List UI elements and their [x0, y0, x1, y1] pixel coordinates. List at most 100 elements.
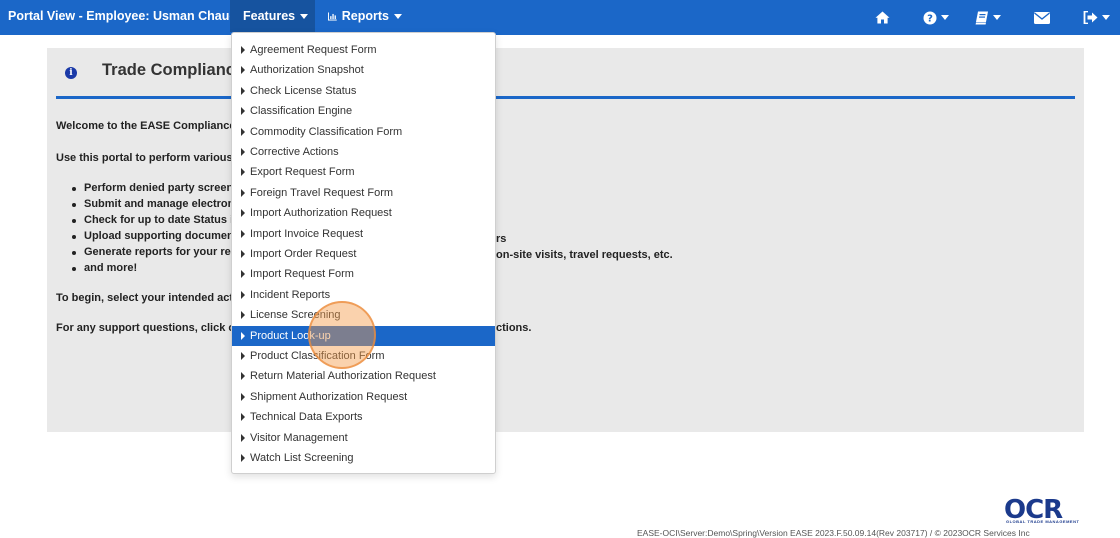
menu-item-import-order-request[interactable]: Import Order Request	[232, 244, 495, 264]
chevron-down-icon	[1102, 15, 1110, 20]
caret-right-icon	[241, 188, 245, 197]
sign-out-icon	[1083, 11, 1098, 24]
ocr-logo: OCR GLOBAL TRADE MANAGEMENT	[1004, 495, 1080, 525]
menu-item-label: Authorization Snapshot	[250, 64, 364, 77]
caret-right-icon	[241, 46, 245, 54]
menu-item-product-look-up[interactable]: Product Look-up	[232, 325, 495, 346]
caret-right-icon	[241, 66, 245, 75]
caret-right-icon	[241, 250, 245, 258]
menu-item-label: Foreign Travel Request Form	[250, 186, 394, 199]
menu-item-label: Incident Reports	[250, 288, 331, 301]
intro-text: Use this portal to perform various a	[56, 152, 242, 164]
menu-item-label: Corrective Actions	[250, 146, 339, 158]
caret-right-icon	[241, 168, 245, 177]
features-label: Features	[243, 9, 296, 23]
home-icon	[875, 11, 890, 24]
menu-item-label: Classification Engine	[250, 105, 353, 118]
menu-item-agreement-request-form[interactable]: Agreement Request Form	[232, 40, 495, 60]
caret-right-icon	[241, 86, 245, 95]
chevron-down-icon	[993, 15, 1001, 20]
top-navbar: Portal View - Employee: Usman Chaudhry F…	[0, 0, 1120, 35]
chevron-down-icon	[941, 15, 949, 20]
caret-right-icon	[241, 148, 245, 156]
caret-right-icon	[241, 352, 245, 360]
reports-label: Reports	[341, 9, 389, 23]
menu-item-label: Product Look-up	[250, 329, 331, 342]
list-item-tail: on-site visits, travel requests, etc.	[496, 249, 673, 261]
page-title: Trade Compliance	[102, 61, 245, 79]
features-menu-toggle[interactable]: Features	[230, 0, 315, 32]
menu-item-label: Import Request Form	[250, 268, 354, 281]
menu-item-label: Watch List Screening	[250, 452, 354, 464]
bar-chart-icon	[328, 11, 337, 21]
support-text: For any support questions, click or	[56, 322, 240, 334]
menu-item-corrective-actions[interactable]: Corrective Actions	[232, 142, 495, 162]
caret-right-icon	[241, 127, 245, 136]
home-button[interactable]	[875, 0, 890, 35]
info-icon: i	[65, 67, 77, 79]
list-item: Check for up to date Status i	[71, 214, 234, 226]
messages-button[interactable]	[1034, 0, 1050, 35]
menu-item-label: Import Order Request	[250, 248, 357, 260]
logout-menu-toggle[interactable]	[1083, 0, 1110, 35]
menu-item-shipment-authorization-request[interactable]: Shipment Authorization Request	[232, 387, 495, 407]
help-menu-toggle[interactable]: ?	[923, 0, 949, 35]
caret-right-icon	[241, 311, 245, 320]
menu-item-label: Shipment Authorization Request	[250, 390, 408, 403]
menu-item-label: Import Invoice Request	[250, 227, 364, 240]
features-dropdown-menu: Agreement Request Form Authorization Sna…	[231, 32, 496, 474]
menu-item-foreign-travel-request-form[interactable]: Foreign Travel Request Form	[232, 183, 495, 203]
menu-item-label: Check License Status	[250, 84, 357, 97]
caret-right-icon	[241, 107, 245, 116]
chevron-down-icon	[300, 13, 309, 19]
menu-item-label: Commodity Classification Form	[250, 125, 403, 138]
menu-item-import-request-form[interactable]: Import Request Form	[232, 264, 495, 284]
menu-item-import-invoice-request[interactable]: Import Invoice Request	[232, 224, 495, 244]
menu-item-label: License Screening	[250, 309, 341, 322]
trade-compliance-panel: i Trade Compliance Welcome to the EASE C…	[47, 48, 1084, 432]
list-item: Generate reports for your rec	[72, 246, 237, 258]
reports-menu-toggle[interactable]: Reports	[320, 0, 410, 32]
menu-item-export-request-form[interactable]: Export Request Form	[232, 162, 495, 182]
menu-item-incident-reports[interactable]: Incident Reports	[232, 285, 495, 305]
panel-header: i Trade Compliance	[56, 58, 1075, 99]
caret-right-icon	[241, 392, 245, 401]
caret-right-icon	[241, 331, 245, 340]
menu-item-label: Product Classification Form	[250, 350, 385, 362]
menu-item-authorization-snapshot[interactable]: Authorization Snapshot	[232, 60, 495, 80]
support-text-tail: ctions.	[496, 322, 532, 334]
envelope-icon	[1034, 11, 1050, 24]
svg-text:?: ?	[927, 13, 933, 24]
menu-item-watch-list-screening[interactable]: Watch List Screening	[232, 448, 495, 468]
menu-item-label: Technical Data Exports	[250, 411, 363, 424]
caret-right-icon	[241, 290, 245, 299]
list-item: Perform denied party screeni	[71, 182, 237, 194]
book-icon	[975, 11, 988, 24]
list-item: Submit and manage electroni	[71, 198, 238, 210]
begin-text: To begin, select your intended activ	[56, 292, 243, 304]
list-item: and more!	[71, 262, 138, 274]
menu-item-import-authorization-request[interactable]: Import Authorization Request	[232, 203, 495, 223]
menu-item-label: Visitor Management	[250, 431, 348, 444]
caret-right-icon	[241, 413, 245, 422]
menu-item-commodity-classification-form[interactable]: Commodity Classification Form	[232, 122, 495, 142]
menu-item-label: Return Material Authorization Request	[250, 370, 436, 383]
docs-menu-toggle[interactable]	[975, 0, 1001, 35]
caret-right-icon	[241, 372, 245, 381]
menu-item-license-screening[interactable]: License Screening	[232, 305, 495, 325]
caret-right-icon	[241, 454, 245, 462]
question-circle-icon: ?	[923, 11, 937, 24]
caret-right-icon	[241, 270, 245, 279]
menu-item-product-classification-form[interactable]: Product Classification Form	[232, 346, 495, 366]
caret-right-icon	[241, 433, 245, 442]
menu-item-classification-engine[interactable]: Classification Engine	[232, 101, 495, 121]
menu-item-return-material-authorization-request[interactable]: Return Material Authorization Request	[232, 366, 495, 386]
menu-item-label: Import Authorization Request	[250, 207, 392, 220]
welcome-text: Welcome to the EASE Compliance	[56, 120, 236, 132]
menu-item-label: Export Request Form	[250, 166, 355, 179]
menu-item-technical-data-exports[interactable]: Technical Data Exports	[232, 407, 495, 427]
menu-item-check-license-status[interactable]: Check License Status	[232, 81, 495, 101]
menu-item-label: Agreement Request Form	[250, 44, 377, 56]
portal-brand[interactable]: Portal View - Employee: Usman Chaudhry	[8, 9, 256, 23]
menu-item-visitor-management[interactable]: Visitor Management	[232, 428, 495, 448]
